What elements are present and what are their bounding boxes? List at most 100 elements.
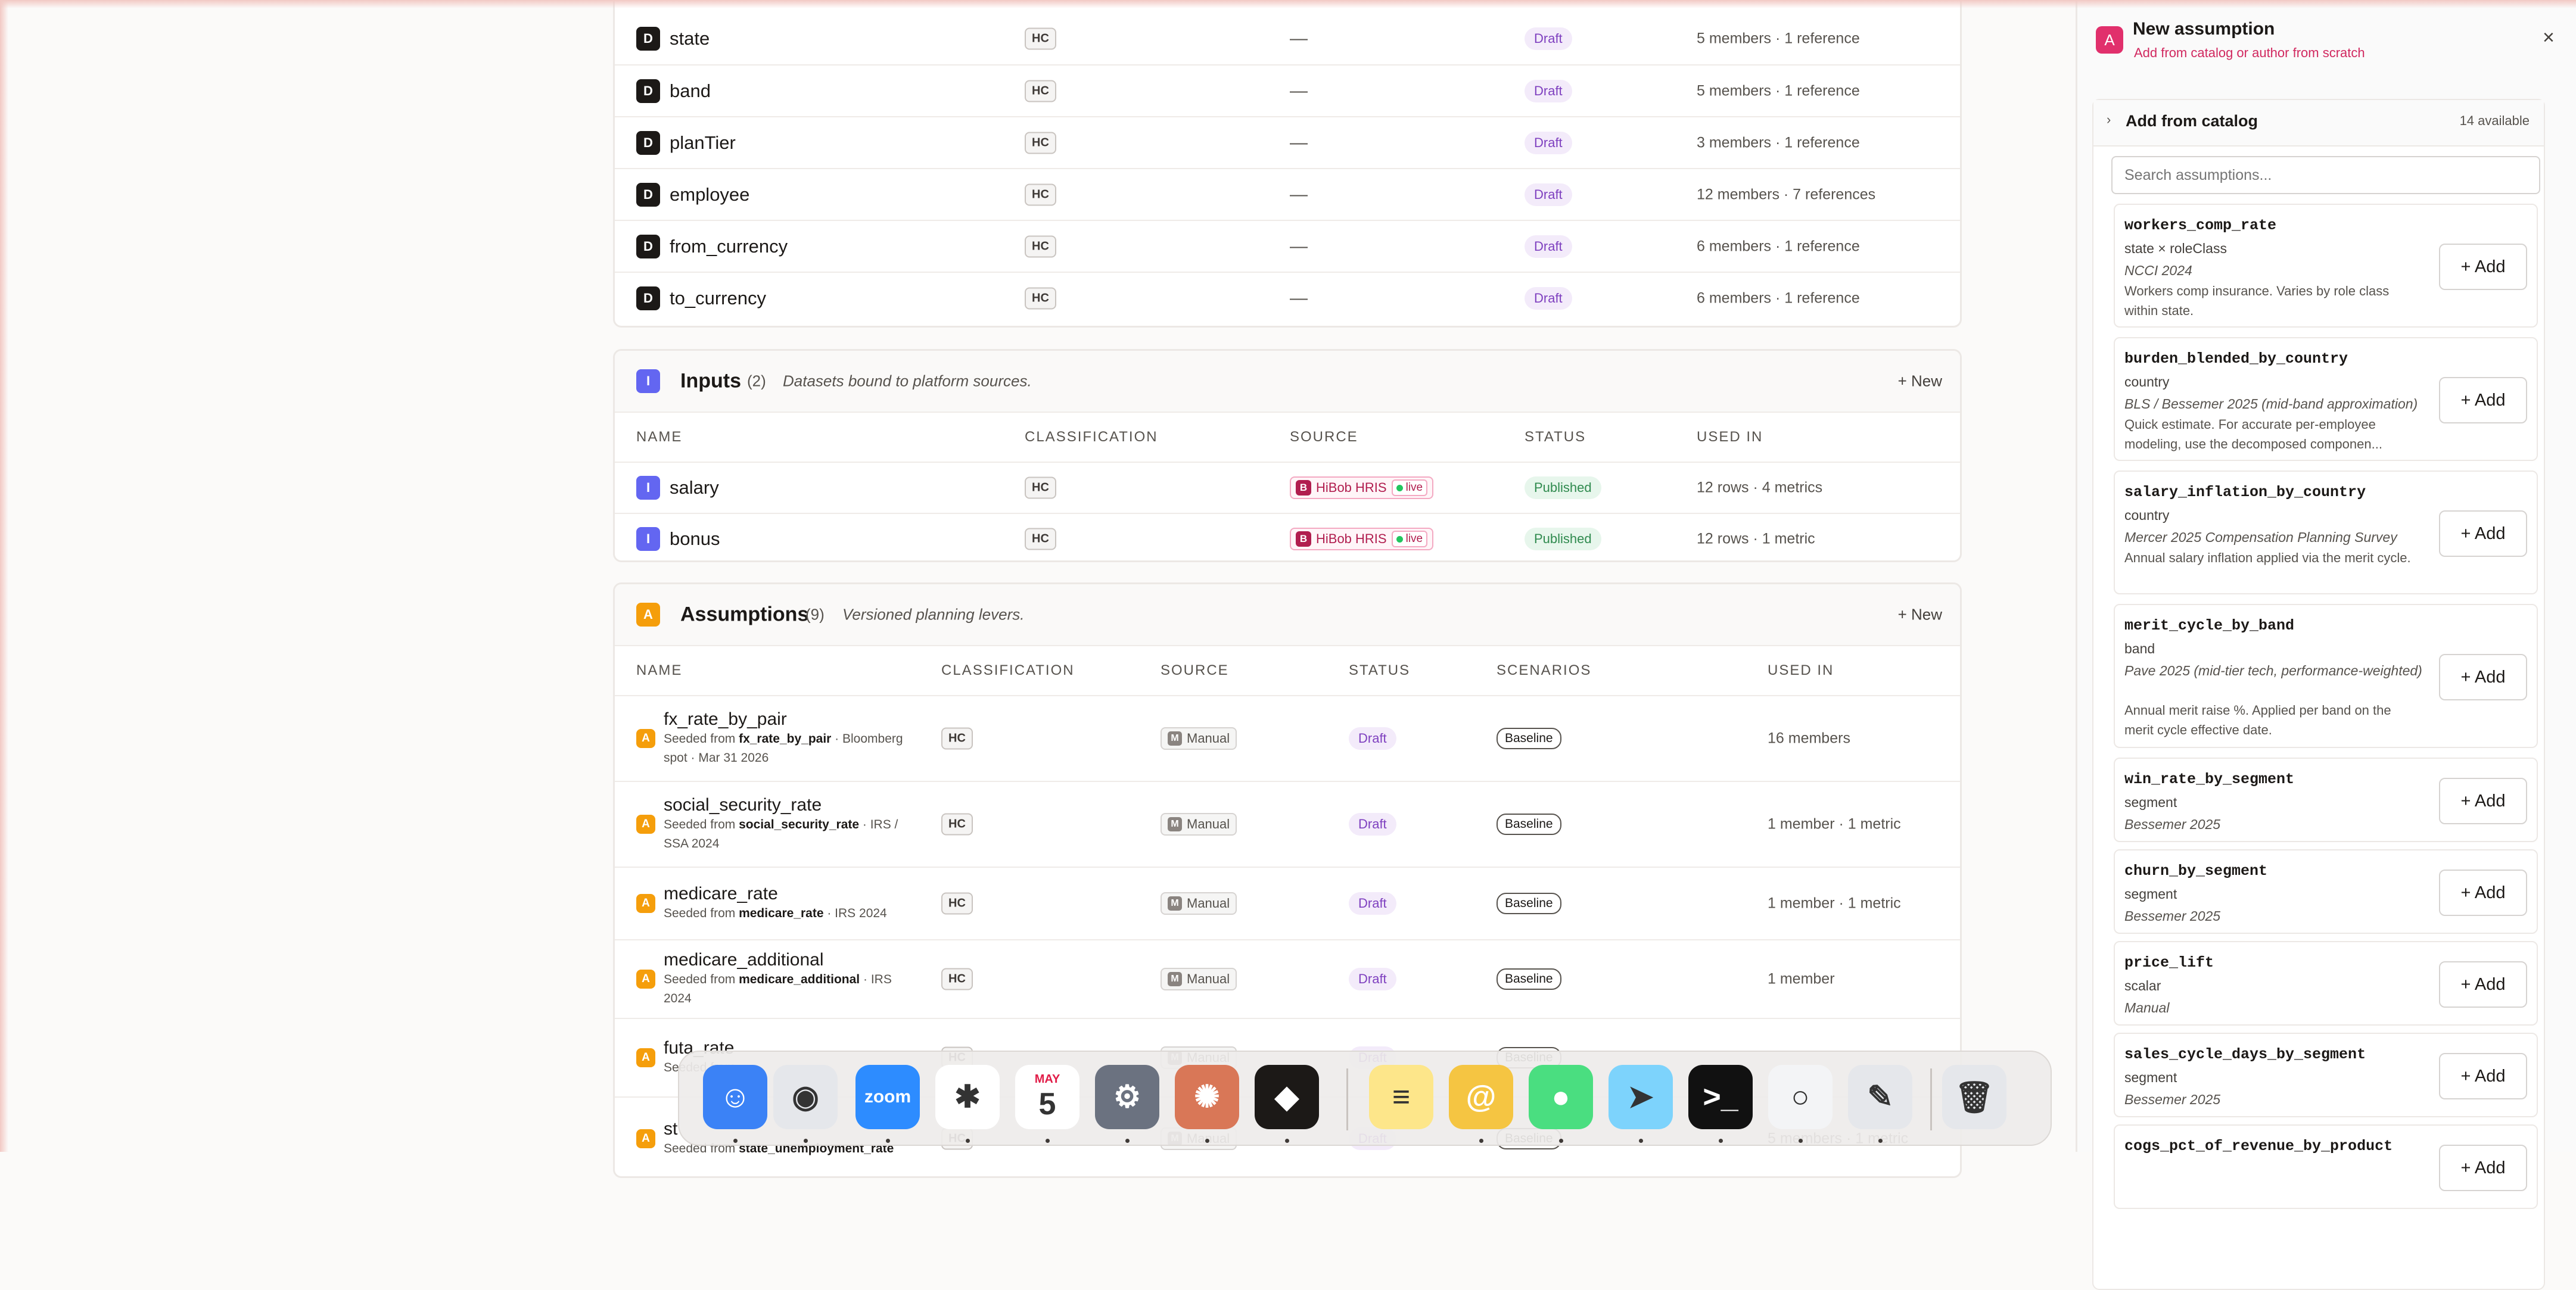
input-icon: I	[636, 476, 660, 500]
table-row[interactable]: Dstate HC — Draft 5 members · 1 reference	[615, 13, 1960, 64]
source-badge[interactable]: B HiBob HRIS live	[1290, 528, 1434, 550]
col-source[interactable]: SOURCE	[1161, 662, 1229, 679]
dimension-name[interactable]: to_currency	[670, 288, 766, 309]
calendar-icon[interactable]: MAY 5	[1015, 1065, 1079, 1129]
source-badge[interactable]: M Manual	[1161, 813, 1237, 836]
dock-icon-glyph: ○	[1791, 1080, 1810, 1114]
table-row[interactable]: Dband HC — Draft 5 members · 1 reference	[615, 64, 1960, 116]
textedit-icon[interactable]: ✎	[1848, 1065, 1912, 1129]
table-row[interactable]: Demployee HC — Draft 12 members · 7 referenc…	[615, 168, 1960, 220]
used-in-value: 5 members · 1 reference	[1697, 30, 1860, 46]
zoom-icon[interactable]: zoom	[855, 1065, 920, 1129]
classification-badge: HC	[941, 968, 973, 990]
col-classification[interactable]: CLASSIFICATION	[1025, 429, 1158, 445]
assumption-name-block[interactable]: medicare_additional Seeded from medicare_…	[664, 950, 914, 1008]
cube-app-icon[interactable]: ◆	[1255, 1065, 1319, 1129]
terminal-icon[interactable]: >_	[1688, 1065, 1753, 1129]
system-settings-icon[interactable]: ⚙	[1095, 1065, 1159, 1129]
catalog-item-dimensions: scalar	[2124, 978, 2161, 993]
window-top-edge	[0, 0, 2576, 8]
catalog-item-source: Bessemer 2025	[2124, 1092, 2221, 1107]
add-button[interactable]: + Add	[2439, 510, 2527, 557]
slack-icon[interactable]: ✱	[935, 1065, 1000, 1129]
table-row[interactable]: Asocial_security_rate Seeded from social_…	[615, 781, 1960, 867]
assumptions-title: Assumptions	[680, 603, 809, 626]
assumption-name-block[interactable]: medicare_rate Seeded from medicare_rate ·…	[664, 884, 914, 923]
catalog-item-description: Quick estimate. For accurate per-employe…	[2124, 417, 2382, 451]
catalog-item-source: Bessemer 2025	[2124, 908, 2221, 924]
assumption-name-block[interactable]: social_security_rate Seeded from social_s…	[664, 795, 914, 853]
finder-icon[interactable]: ☺	[703, 1065, 767, 1129]
assumption-icon: A	[636, 815, 655, 834]
table-row[interactable]: Afx_rate_by_pair Seeded from fx_rate_by_p…	[615, 695, 1960, 781]
scenario-badge[interactable]: Baseline	[1497, 968, 1561, 990]
source-badge[interactable]: M Manual	[1161, 727, 1237, 750]
table-row[interactable]: Isalary HC B HiBob HRIS live Published 12 rows…	[615, 462, 1960, 513]
table-row[interactable]: Dto_currency HC — Draft 6 members · 1 refere…	[615, 272, 1960, 323]
col-used-in[interactable]: USED IN	[1768, 662, 1834, 679]
dock-icon-glyph: @	[1466, 1080, 1497, 1114]
dock-separator	[1930, 1068, 1932, 1130]
add-button[interactable]: + Add	[2439, 244, 2527, 290]
table-row[interactable]: Dfrom_currency HC — Draft 6 members · 1 refe…	[615, 220, 1960, 272]
circle-app-icon[interactable]: ○	[1768, 1065, 1833, 1129]
table-row[interactable]: DplanTier HC — Draft 3 members · 1 reference	[615, 116, 1960, 168]
status-badge: Draft	[1525, 131, 1572, 154]
dimension-name[interactable]: state	[670, 28, 710, 49]
running-indicator	[1285, 1139, 1289, 1143]
source-badge[interactable]: M Manual	[1161, 968, 1237, 990]
assumptions-new-button[interactable]: + New	[1898, 606, 1942, 624]
input-name[interactable]: bonus	[670, 528, 720, 550]
used-in-value: 12 members · 7 references	[1697, 186, 1876, 202]
chrome-icon[interactable]: ◉	[773, 1065, 838, 1129]
search-assumptions-input[interactable]	[2111, 156, 2540, 194]
dimension-name[interactable]: from_currency	[670, 236, 788, 257]
seed-note: Seeded from fx_rate_by_pair · Bloomberg …	[664, 730, 914, 768]
dimension-name[interactable]: employee	[670, 184, 749, 205]
table-row[interactable]: Ibonus HC B HiBob HRIS live Published 12 rows …	[615, 513, 1960, 560]
maps-icon[interactable]: ➤	[1609, 1065, 1673, 1129]
add-button[interactable]: + Add	[2439, 870, 2527, 916]
source-badge[interactable]: M Manual	[1161, 892, 1237, 915]
col-name[interactable]: NAME	[636, 429, 682, 445]
live-dot-icon	[1396, 484, 1403, 491]
table-row[interactable]: Amedicare_additional Seeded from medicare…	[615, 939, 1960, 1018]
assumption-icon: A	[636, 729, 655, 748]
add-button[interactable]: + Add	[2439, 377, 2527, 423]
catalog-item-name: sales_cycle_days_by_segment	[2124, 1046, 2366, 1063]
notes-icon[interactable]: ≡	[1369, 1065, 1433, 1129]
scenario-badge[interactable]: Baseline	[1497, 728, 1561, 749]
seed-note: Seeded from social_security_rate · IRS /…	[664, 815, 914, 853]
add-button[interactable]: + Add	[2439, 1053, 2527, 1099]
seed-prefix: Seeded from	[664, 973, 739, 986]
catalog-header[interactable]: › Add from catalog 14 available	[2093, 100, 2544, 147]
col-used-in[interactable]: USED IN	[1697, 429, 1763, 445]
catalog-item-source: NCCI 2024	[2124, 263, 2192, 278]
catalog-item-dimensions: country	[2124, 507, 2170, 523]
table-row[interactable]: Amedicare_rate Seeded from medicare_rate …	[615, 867, 1960, 939]
assumption-name-block[interactable]: fx_rate_by_pair Seeded from fx_rate_by_pa…	[664, 709, 914, 768]
dimension-name[interactable]: band	[670, 80, 711, 102]
claude-icon[interactable]: ✺	[1175, 1065, 1239, 1129]
add-button[interactable]: + Add	[2439, 778, 2527, 824]
spiral-app-icon[interactable]: @	[1449, 1065, 1513, 1129]
col-name[interactable]: NAME	[636, 662, 682, 679]
col-status[interactable]: STATUS	[1349, 662, 1410, 679]
col-scenarios[interactable]: SCENARIOS	[1497, 662, 1591, 679]
dock-icon-glyph: zoom	[864, 1087, 911, 1107]
input-name[interactable]: salary	[670, 477, 719, 498]
add-button[interactable]: + Add	[2439, 961, 2527, 1008]
trash-icon[interactable]: 🗑	[1942, 1065, 2006, 1129]
col-classification[interactable]: CLASSIFICATION	[941, 662, 1075, 679]
close-icon[interactable]: ×	[2543, 26, 2555, 49]
col-source[interactable]: SOURCE	[1290, 429, 1358, 445]
scenario-badge[interactable]: Baseline	[1497, 893, 1561, 914]
scenario-badge[interactable]: Baseline	[1497, 814, 1561, 835]
add-button[interactable]: + Add	[2439, 654, 2527, 700]
col-status[interactable]: STATUS	[1525, 429, 1586, 445]
source-badge[interactable]: B HiBob HRIS live	[1290, 476, 1434, 499]
messages-icon[interactable]: ●	[1529, 1065, 1593, 1129]
inputs-new-button[interactable]: + New	[1898, 372, 1942, 391]
panel-subtitle[interactable]: Add from catalog or author from scratch	[2134, 45, 2365, 61]
dimension-name[interactable]: planTier	[670, 132, 736, 154]
